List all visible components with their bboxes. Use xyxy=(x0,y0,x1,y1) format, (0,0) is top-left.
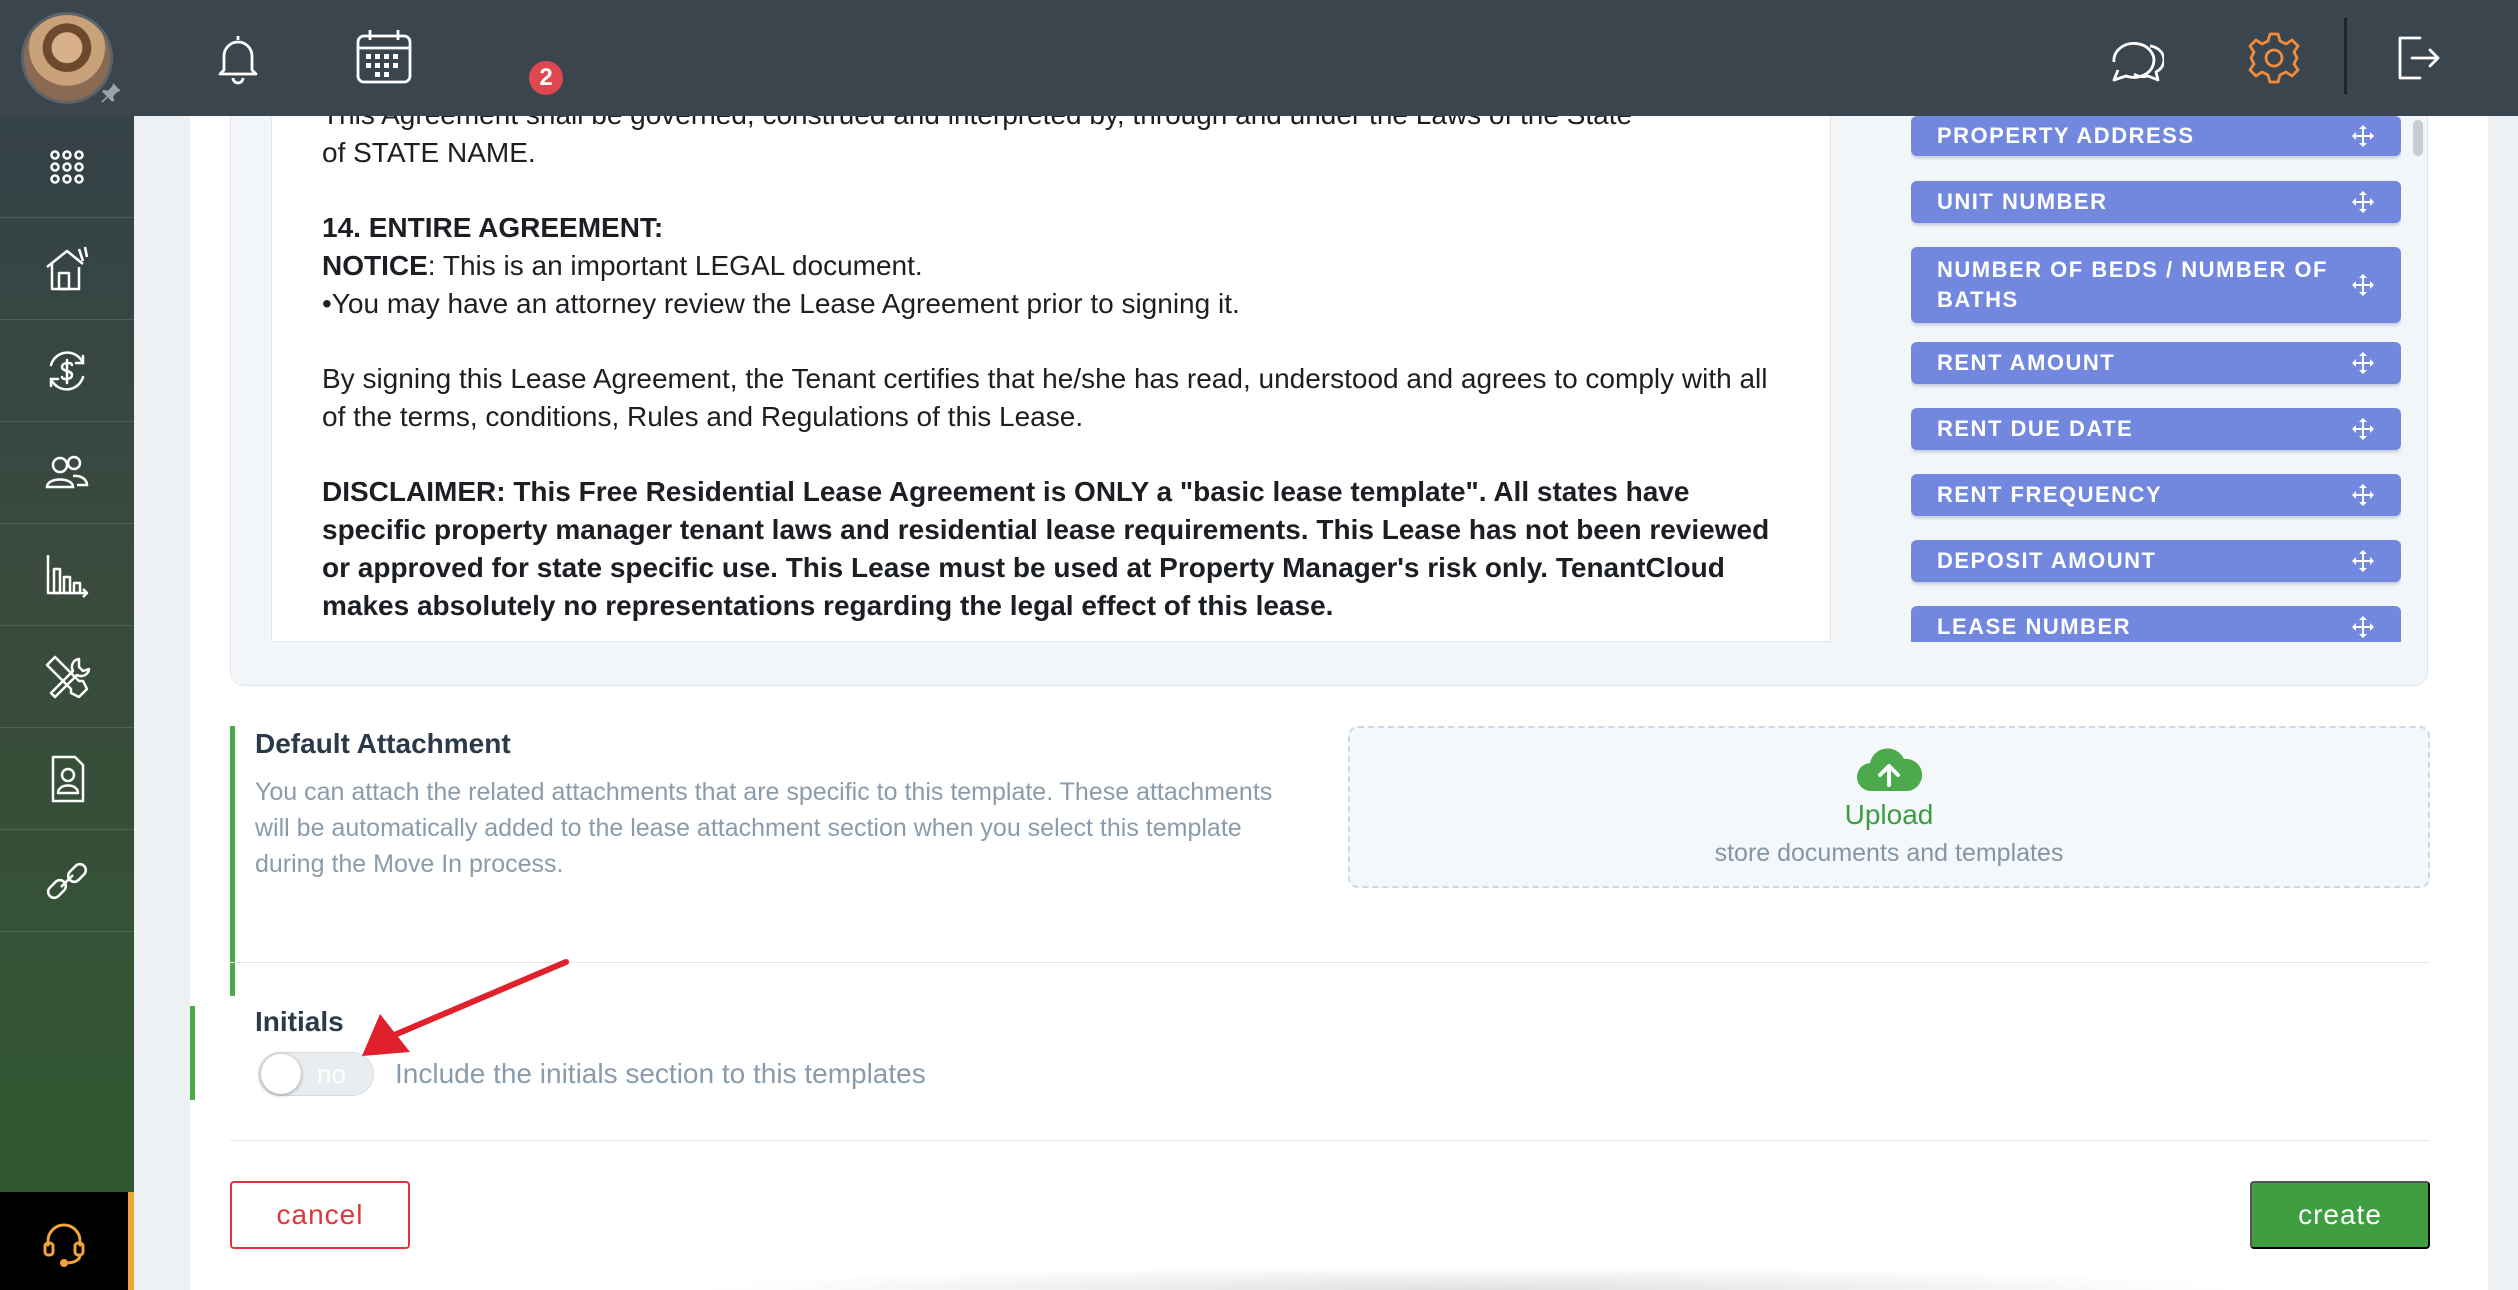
attachment-title: Default Attachment xyxy=(255,728,511,759)
field-chip[interactable]: RENT DUE DATE xyxy=(1911,408,2401,450)
move-icon[interactable] xyxy=(2351,124,2375,148)
lease-template-form: This Agreement shall be governed, constr… xyxy=(190,116,2488,1290)
field-chip[interactable]: NUMBER OF BEDS / NUMBER OF BATHS xyxy=(1911,247,2401,323)
accounting-icon xyxy=(49,350,85,391)
logout-icon[interactable] xyxy=(2386,28,2446,88)
chat-icon[interactable] xyxy=(2104,28,2164,88)
calendar-button[interactable] xyxy=(352,26,416,90)
divider xyxy=(230,1140,2430,1141)
doc-disclaimer: DISCLAIMER: This Free Residential Lease … xyxy=(322,476,1770,621)
sidebar-item-properties[interactable] xyxy=(0,218,134,320)
field-chip-label: DEPOSIT AMOUNT xyxy=(1937,548,2157,573)
doc-heading: 14. ENTIRE AGREEMENT: xyxy=(322,212,664,243)
field-chip[interactable]: DEPOSIT AMOUNT xyxy=(1911,540,2401,582)
sidebar-item-people[interactable] xyxy=(0,422,134,524)
sidebar-item-apps[interactable] xyxy=(0,116,134,218)
doc-paragraph: of STATE NAME. xyxy=(322,137,536,168)
move-icon[interactable] xyxy=(2351,190,2375,214)
field-chip-label: NUMBER OF BEDS / NUMBER OF BATHS xyxy=(1937,257,2328,312)
field-chip-label: RENT DUE DATE xyxy=(1937,416,2134,441)
sidebar-item-reports[interactable] xyxy=(0,524,134,626)
upload-dropzone[interactable]: Upload store documents and templates xyxy=(1348,726,2430,888)
lease-document-editor[interactable]: This Agreement shall be governed, constr… xyxy=(271,116,1831,642)
gear-icon[interactable] xyxy=(2244,28,2304,88)
calendar-badge: 2 xyxy=(526,58,566,98)
sidebar-item-documents[interactable] xyxy=(0,728,134,830)
move-icon[interactable] xyxy=(2351,273,2375,297)
sidebar xyxy=(0,0,134,1290)
topbar: 2 xyxy=(134,0,2518,116)
move-icon[interactable] xyxy=(2351,615,2375,639)
topbar-divider xyxy=(2344,18,2347,94)
attachment-description: You can attach the related attachments t… xyxy=(255,778,1273,878)
toggle-state-label: no xyxy=(317,1059,346,1089)
template-fields-list: PROPERTY ADDRESS UNIT NUMBER NUMBER OF B… xyxy=(1911,116,2401,642)
divider xyxy=(230,962,2430,963)
initials-toggle-label: Include the initials section to this tem… xyxy=(395,1058,926,1089)
field-chip-label: PROPERTY ADDRESS xyxy=(1937,123,2195,148)
initials-toggle[interactable]: no xyxy=(258,1052,374,1096)
upload-subtitle: store documents and templates xyxy=(1714,838,2064,867)
field-chip[interactable]: RENT AMOUNT xyxy=(1911,342,2401,384)
field-chip-label: LEASE NUMBER xyxy=(1937,614,2132,639)
bottom-shadow xyxy=(690,1266,2250,1290)
calendar-icon xyxy=(356,30,412,84)
section-accent-bar xyxy=(230,726,235,996)
move-icon[interactable] xyxy=(2351,417,2375,441)
fields-scrollbar[interactable] xyxy=(2413,120,2423,156)
sidebar-item-maintenance[interactable] xyxy=(0,626,134,728)
doc-paragraph: NOTICE: This is an important LEGAL docum… xyxy=(322,250,923,281)
maintenance-icon xyxy=(45,655,91,698)
integrations-icon xyxy=(46,862,88,899)
upload-title: Upload xyxy=(1844,798,1934,830)
template-editor: This Agreement shall be governed, constr… xyxy=(230,116,2428,686)
apps-grid-icon xyxy=(50,149,84,184)
support-button[interactable] xyxy=(0,1192,134,1290)
sidebar-item-accounting[interactable] xyxy=(0,320,134,422)
move-icon[interactable] xyxy=(2351,351,2375,375)
people-icon xyxy=(45,455,89,488)
pin-icon[interactable] xyxy=(98,80,124,106)
move-icon[interactable] xyxy=(2351,483,2375,507)
bell-icon[interactable] xyxy=(208,28,268,88)
doc-paragraph: By signing this Lease Agreement, the Ten… xyxy=(322,363,1768,432)
properties-icon xyxy=(46,246,89,290)
field-chip-label: RENT AMOUNT xyxy=(1937,350,2116,375)
initials-title: Initials xyxy=(255,1006,344,1037)
user-avatar-area[interactable] xyxy=(0,0,134,116)
sidebar-item-integrations[interactable] xyxy=(0,830,134,932)
field-chip[interactable]: UNIT NUMBER xyxy=(1911,181,2401,223)
move-icon[interactable] xyxy=(2351,549,2375,573)
documents-icon xyxy=(51,755,85,802)
cloud-upload-icon xyxy=(1856,748,1922,791)
doc-paragraph: •You may have an attorney review the Lea… xyxy=(322,288,1240,319)
reports-icon xyxy=(46,554,89,598)
field-chip-label: RENT FREQUENCY xyxy=(1937,482,2163,507)
headset-icon xyxy=(43,1223,85,1267)
field-chip[interactable]: LEASE NUMBER xyxy=(1911,606,2401,642)
field-chip[interactable]: PROPERTY ADDRESS xyxy=(1911,116,2401,156)
section-accent-bar xyxy=(190,1006,195,1100)
doc-paragraph: This Agreement shall be governed, constr… xyxy=(322,116,1780,134)
field-chip-label: UNIT NUMBER xyxy=(1937,189,2108,214)
cancel-button[interactable]: cancel xyxy=(230,1181,410,1249)
field-chip[interactable]: RENT FREQUENCY xyxy=(1911,474,2401,516)
create-button[interactable]: create xyxy=(2250,1181,2430,1249)
toggle-knob xyxy=(261,1054,301,1094)
